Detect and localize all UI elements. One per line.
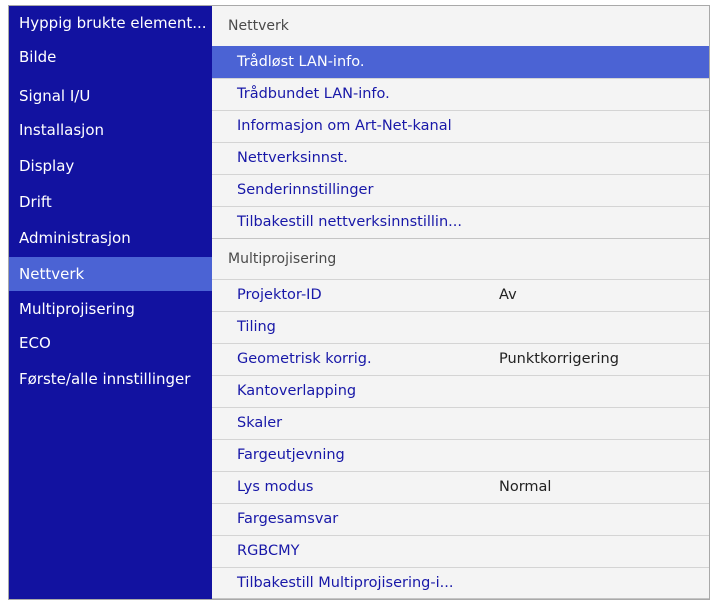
menu-item-tradlost-lan-info[interactable]: Trådløst LAN-info. bbox=[212, 46, 709, 78]
sidebar-item-signal[interactable]: Signal I/U bbox=[9, 79, 212, 113]
sidebar-item-nettverk[interactable]: Nettverk bbox=[9, 257, 212, 291]
submenu-panel: Nettverk Trådløst LAN-info. Trådbundet L… bbox=[212, 6, 709, 599]
menu-item-label: Skaler bbox=[237, 415, 283, 431]
menu-item-label: Trådløst LAN-info. bbox=[237, 54, 365, 70]
menu-item-label: RGBCMY bbox=[237, 543, 300, 559]
section-title-nettverk: Nettverk bbox=[228, 18, 289, 34]
menu-item-kantoverlapping[interactable]: Kantoverlapping bbox=[212, 375, 709, 407]
menu-item-tradbundet-lan-info[interactable]: Trådbundet LAN-info. bbox=[212, 78, 709, 110]
sidebar-item-eco[interactable]: ECO bbox=[9, 326, 212, 360]
menu-item-geometrisk-korrig[interactable]: Geometrisk korrig. Punktkorrigering bbox=[212, 343, 709, 375]
section-divider bbox=[212, 598, 709, 599]
menu-item-senderinnstillinger[interactable]: Senderinnstillinger bbox=[212, 174, 709, 206]
menu-item-rgbcmy[interactable]: RGBCMY bbox=[212, 535, 709, 567]
menu-item-label: Fargeutjevning bbox=[237, 447, 345, 463]
sidebar-item-drift[interactable]: Drift bbox=[9, 185, 212, 219]
menu-item-label: Tilbakestill nettverksinnstillin... bbox=[237, 214, 462, 230]
menu-item-tiling[interactable]: Tiling bbox=[212, 311, 709, 343]
menu-item-value: Av bbox=[499, 287, 517, 303]
menu-item-label: Informasjon om Art-Net-kanal bbox=[237, 118, 452, 134]
section-title-multiprojisering: Multiprojisering bbox=[228, 251, 337, 267]
menu-item-label: Projektor-ID bbox=[237, 287, 322, 303]
menu-item-label: Tiling bbox=[237, 319, 276, 335]
menu-item-skaler[interactable]: Skaler bbox=[212, 407, 709, 439]
sidebar-item-administrasjon[interactable]: Administrasjon bbox=[9, 221, 212, 255]
menu-item-projektor-id[interactable]: Projektor-ID Av bbox=[212, 279, 709, 311]
menu-window: Hyppig brukte element... Bilde Signal I/… bbox=[8, 5, 710, 600]
sidebar-item-bilde[interactable]: Bilde bbox=[9, 40, 212, 74]
sidebar-item-display[interactable]: Display bbox=[9, 149, 212, 183]
menu-item-label: Trådbundet LAN-info. bbox=[237, 86, 390, 102]
menu-item-fargeutjevning[interactable]: Fargeutjevning bbox=[212, 439, 709, 471]
menu-item-label: Geometrisk korrig. bbox=[237, 351, 372, 367]
sidebar-item-forste-alle[interactable]: Første/alle innstillinger bbox=[9, 362, 212, 396]
menu-item-label: Tilbakestill Multiprojisering-i... bbox=[237, 575, 454, 591]
menu-item-fargesamsvar[interactable]: Fargesamsvar bbox=[212, 503, 709, 535]
menu-item-nettverksinnst[interactable]: Nettverksinnst. bbox=[212, 142, 709, 174]
menu-item-label: Kantoverlapping bbox=[237, 383, 357, 399]
menu-item-tilbakestill-nettverk[interactable]: Tilbakestill nettverksinnstillin... bbox=[212, 206, 709, 238]
menu-item-value: Normal bbox=[499, 479, 552, 495]
menu-item-art-net-kanal[interactable]: Informasjon om Art-Net-kanal bbox=[212, 110, 709, 142]
menu-item-label: Fargesamsvar bbox=[237, 511, 339, 527]
menu-item-label: Senderinnstillinger bbox=[237, 182, 374, 198]
sidebar-item-installasjon[interactable]: Installasjon bbox=[9, 113, 212, 147]
menu-item-label: Nettverksinnst. bbox=[237, 150, 348, 166]
menu-item-value: Punktkorrigering bbox=[499, 351, 619, 367]
sidebar-item-hyppig-brukte[interactable]: Hyppig brukte element... bbox=[9, 6, 212, 40]
menu-item-tilbakestill-multiprojisering[interactable]: Tilbakestill Multiprojisering-i... bbox=[212, 567, 709, 599]
menu-item-lys-modus[interactable]: Lys modus Normal bbox=[212, 471, 709, 503]
menu-item-label: Lys modus bbox=[237, 479, 314, 495]
sidebar-item-multiprojisering[interactable]: Multiprojisering bbox=[9, 292, 212, 326]
sidebar-menu: Hyppig brukte element... Bilde Signal I/… bbox=[9, 6, 212, 599]
